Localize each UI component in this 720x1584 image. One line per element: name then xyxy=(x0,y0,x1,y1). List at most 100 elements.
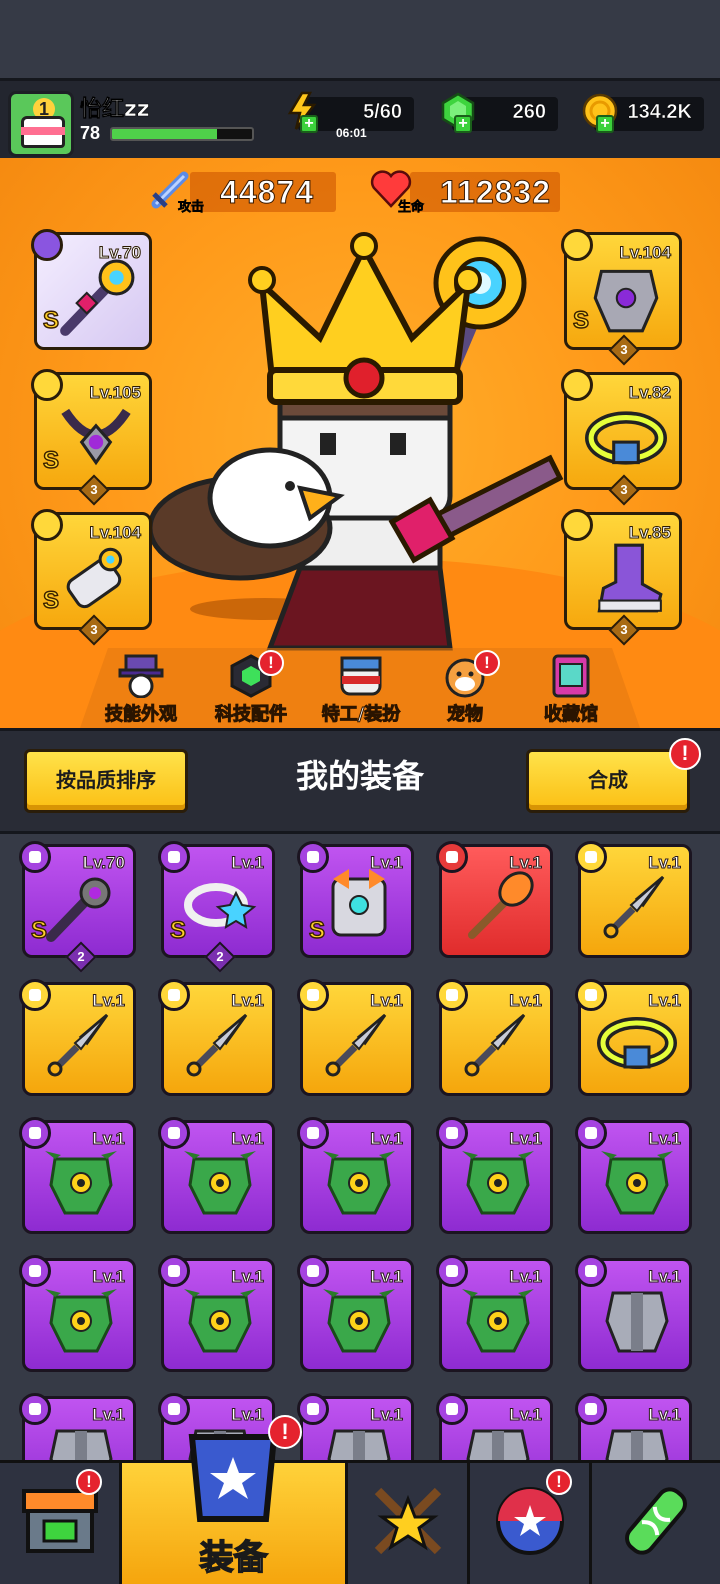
inventory-grid: Lv.70 S 2 Lv.1 S 2 Lv.1 S Lv.1 Lv.1 Lv.1 Lv.1 Lv.1 Lv… xyxy=(0,834,720,1470)
hero-menu: 技能外观 ! 科技配件 特工/装扮 ! 宠物 收藏馆 xyxy=(0,648,720,728)
inventory-item[interactable]: Lv.1 xyxy=(575,1117,692,1234)
hero-character[interactable] xyxy=(150,228,570,668)
inventory-item[interactable]: Lv.1 xyxy=(297,1117,414,1234)
star-count-badge: 2 xyxy=(204,941,236,973)
skill-skin-hat-icon xyxy=(116,654,166,699)
tab-equipment-label: 装备 xyxy=(199,1537,269,1579)
tech-parts-label: 科技配件 xyxy=(215,704,288,726)
add-gems-button[interactable]: + xyxy=(454,115,472,133)
tab-lab[interactable] xyxy=(592,1463,720,1584)
tab-equipment[interactable]: ! 装备 xyxy=(122,1415,348,1584)
equipped-slot-boots[interactable]: Lv.85 3 xyxy=(561,509,682,646)
agent-outfit-button[interactable]: 特工/装扮 xyxy=(306,654,416,728)
belt-icon xyxy=(597,1017,677,1069)
top-header: 1 怡红zz 78 + 5/60 06:01 + 260 + 134.2K xyxy=(0,78,720,158)
avatar[interactable]: 1 xyxy=(8,91,74,157)
star-count-badge: 3 xyxy=(608,474,640,506)
inventory-item[interactable]: Lv.1 xyxy=(158,979,275,1096)
kunai-icon xyxy=(186,1013,248,1077)
equipped-slot-weapon[interactable]: Lv.70 S xyxy=(31,229,152,350)
pets-label: 宠物 xyxy=(447,704,484,726)
equipped-slot-gloves[interactable]: Lv.104 S 3 xyxy=(31,509,152,646)
inventory-toolbar: 按品质排序 我的装备 合成 ! xyxy=(0,728,720,834)
inventory-item[interactable]: Lv.1 xyxy=(158,1117,275,1234)
ring-icon xyxy=(184,883,257,929)
dragon-armor-icon xyxy=(323,1151,395,1215)
merge-button[interactable]: 合成 ! xyxy=(526,738,701,813)
inventory-item[interactable]: Lv.1 xyxy=(297,1255,414,1372)
inventory-item[interactable]: Lv.1 xyxy=(19,1393,136,1470)
inventory-item[interactable]: Lv.1 xyxy=(436,841,553,958)
crossed-swords-star-icon xyxy=(374,1487,442,1555)
energy-value: 5/60 xyxy=(363,101,402,124)
belt-icon xyxy=(585,411,667,465)
dragon-armor-icon xyxy=(184,1151,256,1215)
energy-timer: 06:01 xyxy=(336,126,367,140)
collection-label: 收藏馆 xyxy=(544,704,599,726)
inventory-item[interactable]: Lv.1 xyxy=(436,979,553,1096)
tech-parts-alert-badge: ! xyxy=(258,650,284,676)
add-gold-button[interactable]: + xyxy=(596,115,614,133)
boots-icon xyxy=(597,543,663,613)
energy-counter[interactable]: + 5/60 06:01 xyxy=(287,91,414,140)
torch-weapon-icon xyxy=(468,871,534,939)
cake-icon xyxy=(21,116,65,148)
skill-skins-label: 技能外观 xyxy=(105,704,178,726)
inventory-item[interactable]: Lv.1 xyxy=(575,979,692,1096)
necklace-icon xyxy=(61,408,131,466)
grade-badge: S xyxy=(42,306,60,334)
tech-parts-button[interactable]: ! 科技配件 xyxy=(196,650,306,728)
inventory-item[interactable]: Lv.1 xyxy=(436,1255,553,1372)
inventory-item[interactable]: Lv.1 xyxy=(297,1393,414,1470)
gold-counter[interactable]: + 134.2K xyxy=(582,93,704,133)
equipped-slot-armor[interactable]: Lv.104 S 3 xyxy=(561,229,682,366)
sort-by-quality-button[interactable]: 按品质排序 xyxy=(24,749,188,813)
attack-value: 44874 xyxy=(220,174,314,211)
gauntlet-icon xyxy=(66,547,123,609)
hero-panel: 攻击 44874 生命 112832 Lv.70 S Lv.105 S 3 Lv… xyxy=(0,158,720,728)
inventory-item[interactable]: Lv.1 xyxy=(19,979,136,1096)
dragon-armor-icon xyxy=(462,1289,534,1353)
grade-badge: S xyxy=(42,446,60,474)
dragon-armor-icon xyxy=(45,1151,117,1215)
hp-label: 生命 xyxy=(398,200,425,216)
inventory-title: 我的装备 xyxy=(295,757,424,795)
tab-shop[interactable]: ! xyxy=(0,1463,122,1584)
inventory-item[interactable]: Lv.1 xyxy=(19,1117,136,1234)
inventory-item[interactable]: Lv.1 xyxy=(575,1393,692,1470)
kunai-icon xyxy=(603,875,665,939)
equipped-slot-belt[interactable]: Lv.82 3 xyxy=(561,369,682,506)
inventory-item[interactable]: Lv.1 xyxy=(575,841,692,958)
dragon-armor-icon xyxy=(184,1289,256,1353)
steel-armor-icon xyxy=(605,1291,669,1353)
skill-skins-button[interactable]: 技能外观 xyxy=(86,654,196,728)
xp-bar-fill xyxy=(112,129,217,139)
inventory-item[interactable]: Lv.1 S xyxy=(297,841,414,958)
inventory-item[interactable]: Lv.1 xyxy=(575,1255,692,1372)
staff-icon xyxy=(60,259,135,336)
inventory-item[interactable]: Lv.70 S 2 xyxy=(19,841,136,973)
gem-counter[interactable]: + 260 xyxy=(441,92,558,133)
staff-icon xyxy=(46,877,111,942)
inventory-item[interactable]: Lv.1 xyxy=(297,979,414,1096)
star-count-badge: 2 xyxy=(65,941,97,973)
collection-button[interactable]: 收藏馆 xyxy=(516,654,626,728)
inventory-item[interactable]: Lv.1 xyxy=(436,1393,553,1470)
tab-events[interactable]: ! xyxy=(470,1463,592,1584)
inventory-item[interactable]: Lv.1 S 2 xyxy=(158,841,275,973)
pets-button[interactable]: ! 宠物 xyxy=(410,650,520,728)
player-level: 78 xyxy=(80,123,101,143)
star-count-badge: 3 xyxy=(608,334,640,366)
tab-battle[interactable] xyxy=(348,1463,470,1584)
add-energy-button[interactable]: + xyxy=(300,115,318,133)
armor-icon xyxy=(593,269,659,333)
hex-chip-icon: ! xyxy=(226,650,284,698)
equipped-slot-necklace[interactable]: Lv.105 S 3 xyxy=(31,369,152,506)
agent-outfit-label: 特工/装扮 xyxy=(321,704,401,726)
star-count-badge: 3 xyxy=(78,474,110,506)
grade-badge: S xyxy=(30,916,48,944)
inventory-item[interactable]: Lv.1 xyxy=(158,1255,275,1372)
inventory-item[interactable]: Lv.1 xyxy=(19,1255,136,1372)
player-profile[interactable]: 1 怡红zz 78 xyxy=(4,87,272,157)
inventory-item[interactable]: Lv.1 xyxy=(436,1117,553,1234)
